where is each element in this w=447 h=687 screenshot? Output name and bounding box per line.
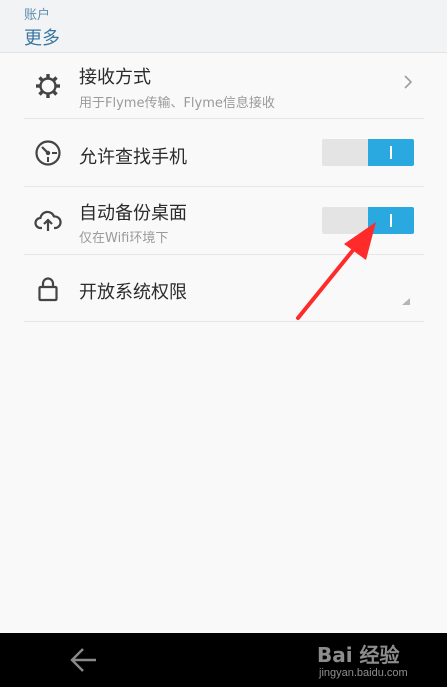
row-subtitle: 仅在Wifi环境下 [79, 231, 169, 246]
navigation-bar: Bai 经验 jingyan.baidu.com [0, 633, 447, 687]
locate-gauge-icon [34, 139, 62, 167]
back-arrow-icon[interactable] [68, 645, 100, 675]
expand-corner-icon [402, 298, 410, 305]
watermark-url: jingyan.baidu.com [319, 667, 408, 679]
header: 账户 更多 [0, 0, 447, 53]
settings-row-find-phone[interactable]: 允许查找手机 [24, 119, 424, 187]
header-section-label: 账户 [24, 8, 51, 23]
row-subtitle: 用于Flyme传输、Flyme信息接收 [79, 96, 275, 111]
settings-row-receive-method[interactable]: 接收方式 用于Flyme传输、Flyme信息接收 [24, 53, 424, 119]
row-title: 自动备份桌面 [79, 203, 187, 224]
settings-row-auto-backup[interactable]: 自动备份桌面 仅在Wifi环境下 [24, 187, 424, 255]
page-title: 更多 [24, 28, 60, 49]
gear-icon [34, 72, 62, 100]
row-title: 允许查找手机 [79, 147, 187, 168]
chevron-right-icon [404, 74, 413, 93]
row-title: 开放系统权限 [79, 282, 187, 303]
lock-icon [34, 275, 62, 303]
settings-row-system-permissions[interactable]: 开放系统权限 [24, 255, 424, 322]
cloud-upload-icon [34, 207, 62, 235]
baidu-watermark: Bai 经验 jingyan.baidu.com [317, 637, 437, 685]
auto-backup-toggle[interactable] [322, 207, 414, 234]
find-phone-toggle[interactable] [322, 139, 414, 166]
row-title: 接收方式 [79, 67, 151, 88]
watermark-brand: Bai 经验 [317, 643, 400, 667]
